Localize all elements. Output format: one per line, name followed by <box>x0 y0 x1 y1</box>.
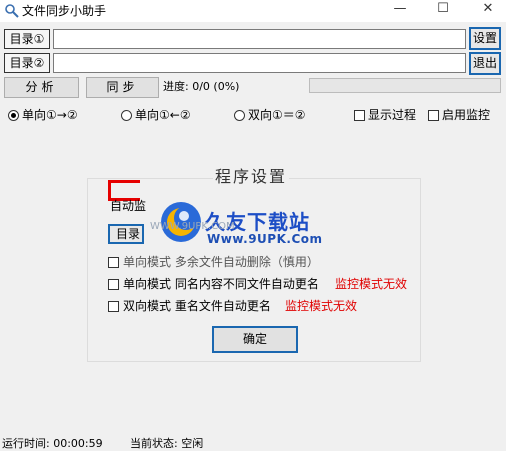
close-button[interactable]: ✕ <box>473 0 503 20</box>
dir2-input[interactable] <box>53 53 466 73</box>
auto-monitor-label: 自动监 <box>110 199 147 213</box>
opt-rename-dup-label: 双向模式 重名文件自动更名 <box>123 299 271 313</box>
opt-rename-diff-checkbox[interactable] <box>108 279 119 290</box>
sync-button[interactable]: 同步 <box>86 77 159 98</box>
exit-button[interactable]: 退出 <box>469 52 501 75</box>
window-title: 文件同步小助手 <box>22 4 107 18</box>
analyze-button[interactable]: 分析 <box>4 77 79 98</box>
dir1-input[interactable] <box>53 29 466 49</box>
panel-dir-button[interactable]: 目录 <box>108 224 144 244</box>
current-state-status: 当前状态: 空闲 <box>130 437 204 450</box>
dir2-button[interactable]: 目录② <box>4 53 50 73</box>
runtime-status: 运行时间: 00:00:59 <box>2 437 103 450</box>
settings-button[interactable]: 设置 <box>469 27 501 50</box>
ok-button[interactable]: 确定 <box>212 326 298 353</box>
show-process-checkbox[interactable] <box>354 110 365 121</box>
enable-monitor-checkbox[interactable] <box>428 110 439 121</box>
progress-label: 进度: 0/0 (0%) <box>163 80 240 93</box>
watermark-site: Www.9UPK.Com <box>207 232 323 246</box>
maximize-button[interactable]: ☐ <box>428 0 458 20</box>
opt-delete-extra-label: 单向模式 多余文件自动删除（慎用） <box>123 255 319 269</box>
dir1-button[interactable]: 目录① <box>4 29 50 49</box>
minimize-button[interactable]: — <box>385 0 415 20</box>
opt-delete-extra-checkbox[interactable] <box>108 257 119 268</box>
opt-rename-dup-checkbox[interactable] <box>108 301 119 312</box>
opt-rename-diff-label: 单向模式 同名内容不同文件自动更名 <box>123 277 319 291</box>
opt-rename-dup-note: 监控模式无效 <box>285 299 358 313</box>
progress-bar <box>309 78 501 93</box>
mode-label-one-way-backward: 单向①←② <box>135 108 191 122</box>
settings-panel-title: 程序设置 <box>213 163 290 187</box>
highlight-marker <box>108 180 140 201</box>
enable-monitor-label: 启用监控 <box>442 108 491 122</box>
opt-rename-diff-note: 监控模式无效 <box>335 277 408 291</box>
mode-radio-two-way[interactable] <box>234 110 245 121</box>
mode-radio-one-way-forward[interactable] <box>8 110 19 121</box>
show-process-label: 显示过程 <box>368 108 417 122</box>
mode-radio-one-way-backward[interactable] <box>121 110 132 121</box>
magnifier-icon <box>5 4 19 18</box>
watermark-faint-text: WWW.9UPK.COM <box>150 221 235 232</box>
mode-label-one-way-forward: 单向①→② <box>22 108 78 122</box>
mode-label-two-way: 双向①＝② <box>248 108 306 122</box>
